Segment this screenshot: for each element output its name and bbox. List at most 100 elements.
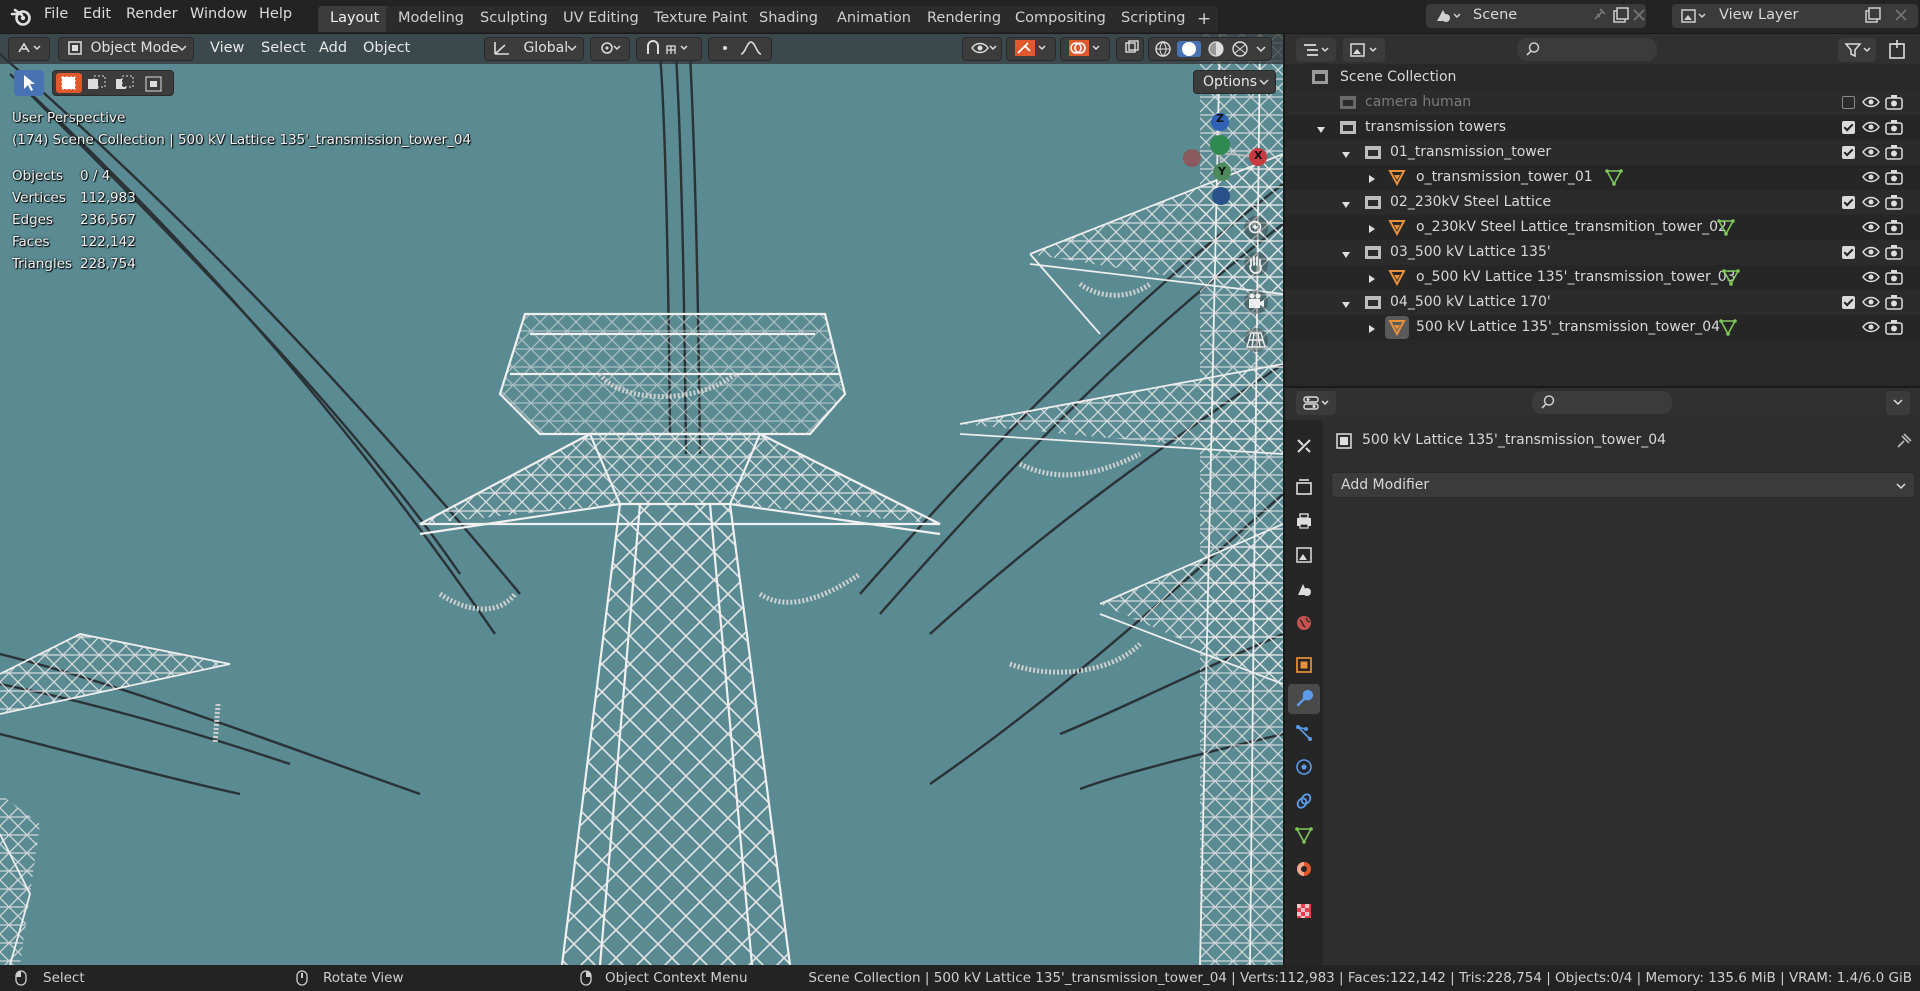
camera-render-icon[interactable] bbox=[1885, 294, 1903, 314]
viewport-menu-select[interactable]: Select bbox=[261, 40, 306, 56]
close-scene-icon[interactable] bbox=[1632, 7, 1646, 27]
render-tab[interactable] bbox=[1288, 472, 1320, 502]
camera-view-icon[interactable] bbox=[1242, 288, 1270, 320]
scene-selector[interactable]: Scene bbox=[1426, 4, 1646, 28]
editor-type-button[interactable] bbox=[8, 37, 50, 61]
exclude-checkbox[interactable] bbox=[1842, 121, 1855, 134]
modifier-tab[interactable] bbox=[1288, 684, 1320, 714]
output-tab[interactable] bbox=[1288, 506, 1320, 536]
options-dropdown[interactable]: Options bbox=[1193, 70, 1276, 94]
outliner-row-active[interactable]: 500 kV Lattice 135'_transmission_tower_0… bbox=[1285, 315, 1920, 340]
select-new-icon[interactable] bbox=[56, 73, 82, 93]
select-subtract-icon[interactable] bbox=[114, 75, 136, 97]
select-extend-icon[interactable] bbox=[86, 75, 108, 97]
outliner-row[interactable]: o_500 kV Lattice 135'_transmission_tower… bbox=[1285, 265, 1920, 290]
mesh-data-icon[interactable] bbox=[1717, 219, 1735, 240]
particles-tab[interactable] bbox=[1288, 718, 1320, 748]
tab-scripting[interactable]: Scripting bbox=[1109, 6, 1198, 32]
outliner-search-input[interactable] bbox=[1517, 38, 1657, 61]
new-collection-icon[interactable] bbox=[1886, 38, 1910, 66]
viewport-menu-add[interactable]: Add bbox=[319, 40, 347, 56]
blender-logo-icon[interactable] bbox=[10, 7, 32, 27]
eye-icon[interactable] bbox=[1862, 244, 1880, 264]
overlays-button[interactable] bbox=[1060, 37, 1110, 61]
camera-render-icon[interactable] bbox=[1885, 144, 1903, 164]
outliner-row[interactable]: transmission towers bbox=[1285, 115, 1920, 140]
navigation-gizmo[interactable]: Z X Y bbox=[1162, 108, 1272, 208]
outliner-editor-type-button[interactable] bbox=[1296, 38, 1336, 62]
exclude-checkbox[interactable] bbox=[1842, 246, 1855, 259]
collapse-arrow-icon[interactable] bbox=[1367, 272, 1377, 288]
camera-render-icon[interactable] bbox=[1885, 269, 1903, 289]
world-tab[interactable] bbox=[1288, 608, 1320, 638]
menu-file[interactable]: File bbox=[44, 6, 68, 22]
exclude-checkbox[interactable] bbox=[1842, 196, 1855, 209]
menu-help[interactable]: Help bbox=[259, 6, 292, 22]
select-invert-icon[interactable] bbox=[144, 75, 166, 97]
expand-arrow-icon[interactable] bbox=[1341, 248, 1351, 264]
properties-editor-type-button[interactable] bbox=[1296, 391, 1336, 415]
outliner-row[interactable]: 02_230kV Steel Lattice bbox=[1285, 190, 1920, 215]
tab-rendering[interactable]: Rendering bbox=[915, 6, 1014, 32]
collapse-arrow-icon[interactable] bbox=[1367, 222, 1377, 238]
viewport-menu-object[interactable]: Object bbox=[363, 40, 410, 56]
menu-window[interactable]: Window bbox=[190, 6, 247, 22]
camera-render-icon[interactable] bbox=[1885, 319, 1903, 339]
select-tool-button[interactable] bbox=[14, 70, 44, 96]
collapse-arrow-icon[interactable] bbox=[1367, 172, 1377, 188]
view-layer-tab[interactable] bbox=[1288, 540, 1320, 570]
transform-orientation-dropdown[interactable]: Global bbox=[484, 37, 584, 61]
tab-modeling[interactable]: Modeling bbox=[386, 6, 476, 32]
eye-icon[interactable] bbox=[1862, 194, 1880, 214]
outliner-row[interactable]: o_230kV Steel Lattice_transmition_tower_… bbox=[1285, 215, 1920, 240]
new-view-layer-icon[interactable] bbox=[1864, 7, 1882, 29]
rendered-shading-icon[interactable] bbox=[1230, 41, 1250, 57]
camera-render-icon[interactable] bbox=[1885, 169, 1903, 189]
eye-icon[interactable] bbox=[1862, 319, 1880, 339]
expand-arrow-icon[interactable] bbox=[1341, 198, 1351, 214]
outliner-row[interactable]: 04_500 kV Lattice 170' bbox=[1285, 290, 1920, 315]
view-layer-selector[interactable]: View Layer bbox=[1672, 4, 1918, 28]
expand-arrow-icon[interactable] bbox=[1316, 123, 1326, 139]
visibility-button[interactable] bbox=[962, 37, 1002, 61]
3d-viewport[interactable] bbox=[0, 34, 1283, 965]
viewport-menu-view[interactable]: View bbox=[210, 40, 244, 56]
tab-compositing[interactable]: Compositing bbox=[1003, 6, 1118, 32]
material-shading-icon[interactable] bbox=[1206, 41, 1226, 57]
material-tab[interactable] bbox=[1288, 854, 1320, 884]
properties-options-button[interactable] bbox=[1886, 391, 1910, 415]
camera-render-icon[interactable] bbox=[1885, 94, 1903, 114]
new-scene-icon[interactable] bbox=[1612, 7, 1630, 29]
perspective-grid-icon[interactable] bbox=[1242, 326, 1270, 358]
display-mode-button[interactable] bbox=[1343, 38, 1385, 62]
pin-icon[interactable] bbox=[1591, 7, 1607, 27]
outliner-row[interactable]: 03_500 kV Lattice 135' bbox=[1285, 240, 1920, 265]
physics-tab[interactable] bbox=[1288, 752, 1320, 782]
scene-tab[interactable] bbox=[1288, 574, 1320, 604]
zoom-icon[interactable] bbox=[1242, 214, 1270, 246]
camera-render-icon[interactable] bbox=[1885, 219, 1903, 239]
exclude-checkbox[interactable] bbox=[1842, 96, 1855, 109]
data-tab[interactable] bbox=[1288, 820, 1320, 850]
close-view-layer-icon[interactable] bbox=[1894, 7, 1908, 27]
eye-icon[interactable] bbox=[1862, 219, 1880, 239]
proportional-edit-button[interactable] bbox=[708, 37, 772, 61]
pin-icon[interactable] bbox=[1895, 432, 1913, 454]
mesh-data-icon[interactable] bbox=[1719, 319, 1737, 340]
menu-edit[interactable]: Edit bbox=[83, 6, 111, 22]
outliner-root-row[interactable]: Scene Collection bbox=[1285, 65, 1920, 90]
eye-icon[interactable] bbox=[1862, 294, 1880, 314]
expand-arrow-icon[interactable] bbox=[1341, 148, 1351, 164]
add-workspace-button[interactable]: + bbox=[1190, 6, 1219, 32]
collapse-arrow-icon[interactable] bbox=[1367, 322, 1377, 338]
camera-render-icon[interactable] bbox=[1885, 119, 1903, 139]
mode-dropdown[interactable]: Object Mode bbox=[58, 37, 194, 61]
camera-render-icon[interactable] bbox=[1885, 194, 1903, 214]
outliner-row[interactable]: 01_transmission_tower bbox=[1285, 140, 1920, 165]
properties-search-input[interactable] bbox=[1532, 391, 1672, 414]
solid-shading-icon[interactable] bbox=[1177, 41, 1202, 57]
tab-animation[interactable]: Animation bbox=[825, 6, 923, 32]
texture-tab[interactable] bbox=[1288, 896, 1320, 926]
add-modifier-dropdown[interactable]: Add Modifier bbox=[1331, 472, 1915, 498]
filter-button[interactable] bbox=[1838, 38, 1876, 62]
